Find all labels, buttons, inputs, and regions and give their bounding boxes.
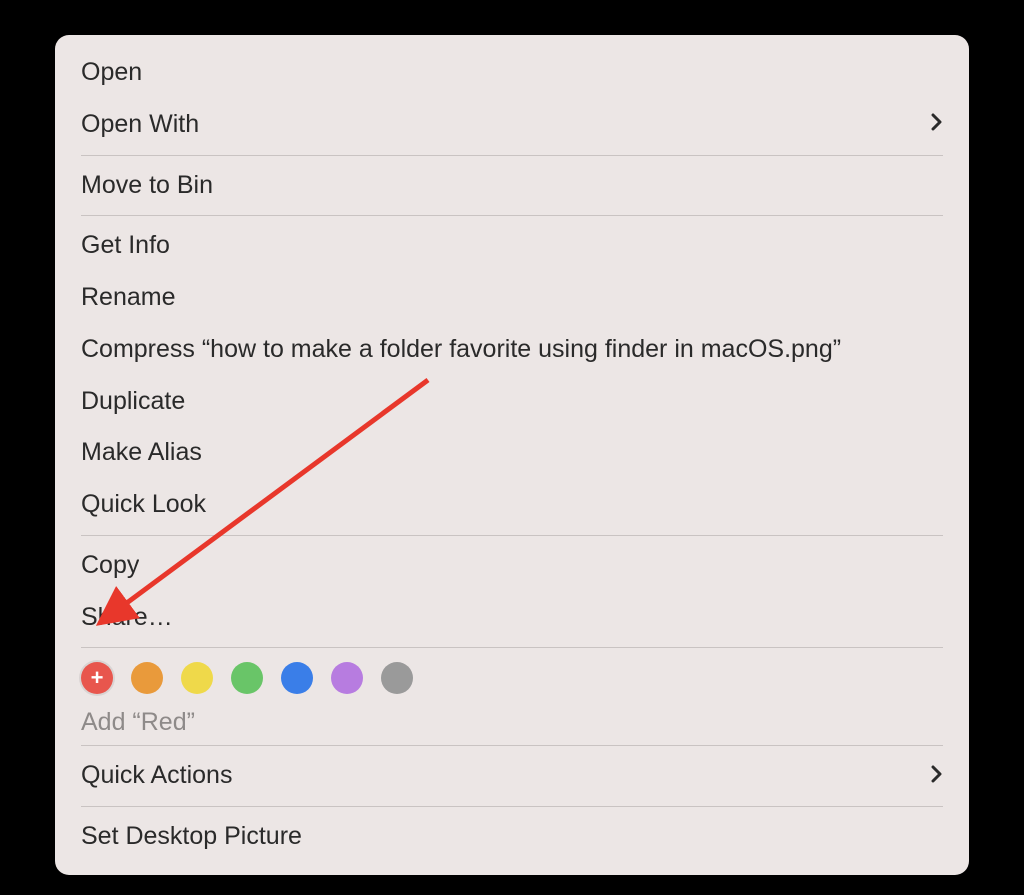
tag-gray[interactable] (381, 662, 413, 694)
menu-item-label: Move to Bin (81, 166, 213, 205)
context-menu: Open Open With Move to Bin Get Info Rena… (55, 35, 969, 875)
menu-divider (81, 215, 943, 216)
menu-item-label: Quick Actions (81, 756, 232, 795)
menu-item-copy[interactable]: Copy (55, 540, 969, 592)
menu-item-rename[interactable]: Rename (55, 272, 969, 324)
menu-item-duplicate[interactable]: Duplicate (55, 376, 969, 428)
menu-item-label: Share… (81, 598, 173, 637)
plus-icon: + (91, 667, 104, 689)
menu-divider (81, 155, 943, 156)
tag-row: + (81, 662, 943, 694)
menu-item-label: Get Info (81, 226, 170, 265)
menu-divider (81, 647, 943, 648)
chevron-right-icon (931, 107, 943, 141)
tag-red[interactable]: + (81, 662, 113, 694)
menu-item-move-to-bin[interactable]: Move to Bin (55, 160, 969, 212)
menu-item-quick-actions[interactable]: Quick Actions (55, 750, 969, 802)
tags-section: + Add “Red” (55, 652, 969, 741)
menu-item-label: Set Desktop Picture (81, 817, 302, 856)
tag-yellow[interactable] (181, 662, 213, 694)
menu-item-quick-look[interactable]: Quick Look (55, 479, 969, 531)
menu-item-compress[interactable]: Compress “how to make a folder favorite … (55, 324, 969, 376)
menu-item-label: Open (81, 53, 142, 92)
menu-item-label: Compress “how to make a folder favorite … (81, 330, 841, 369)
menu-item-open-with[interactable]: Open With (55, 99, 969, 151)
tag-blue[interactable] (281, 662, 313, 694)
menu-item-set-desktop-picture[interactable]: Set Desktop Picture (55, 811, 969, 863)
menu-item-label: Copy (81, 546, 139, 585)
menu-item-label: Rename (81, 278, 176, 317)
menu-item-share[interactable]: Share… (55, 592, 969, 644)
chevron-right-icon (931, 759, 943, 793)
menu-divider (81, 745, 943, 746)
tag-green[interactable] (231, 662, 263, 694)
menu-item-label: Open With (81, 105, 199, 144)
menu-item-open[interactable]: Open (55, 47, 969, 99)
menu-divider (81, 806, 943, 807)
menu-item-make-alias[interactable]: Make Alias (55, 427, 969, 479)
tag-orange[interactable] (131, 662, 163, 694)
tag-purple[interactable] (331, 662, 363, 694)
tag-caption: Add “Red” (81, 708, 943, 737)
menu-item-label: Make Alias (81, 433, 202, 472)
menu-item-label: Quick Look (81, 485, 206, 524)
menu-item-label: Duplicate (81, 382, 185, 421)
menu-divider (81, 535, 943, 536)
menu-item-get-info[interactable]: Get Info (55, 220, 969, 272)
